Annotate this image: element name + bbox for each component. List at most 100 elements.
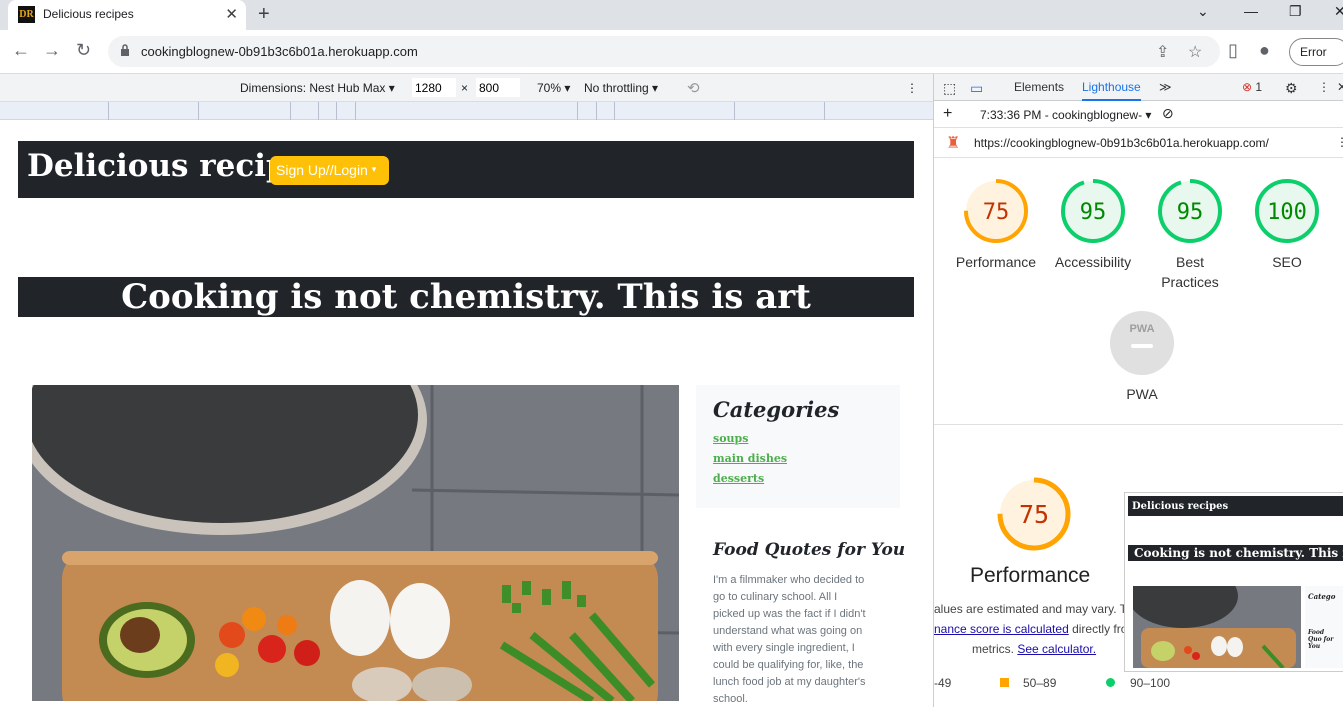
see-calculator-link[interactable]: See calculator.: [1017, 642, 1096, 656]
note-line: alues are estimated and may vary. Th: [934, 602, 1134, 616]
best-practices-gauge-icon: 95: [1158, 179, 1222, 243]
legend-average-square-icon: [1000, 678, 1009, 687]
svg-text:75: 75: [983, 200, 1010, 225]
emulated-viewport: Delicious recipes Sign Up//Login ▾ Cooki…: [0, 120, 933, 707]
devtools-menu-icon[interactable]: ⋮: [1318, 80, 1330, 94]
pwa-badge-icon: PWA: [1110, 311, 1174, 375]
media-query-ruler[interactable]: [0, 102, 933, 120]
thumb-food-quotes: Food Quo for You: [1308, 629, 1334, 650]
category-link-main-dishes[interactable]: main dishes: [713, 452, 787, 465]
tab-strip: DR Delicious recipes ✕ + ⌄ — ❐ ✕: [0, 0, 1343, 30]
side-panel-icon[interactable]: ▯: [1228, 40, 1238, 61]
quote-line: understand what was going on: [713, 625, 863, 637]
close-devtools-icon[interactable]: ✕: [1337, 80, 1343, 94]
gauge-best-practices[interactable]: 95 Best Practices: [1145, 178, 1235, 292]
new-report-icon[interactable]: +: [943, 105, 952, 123]
food-quotes-title: Food Quotes for You: [713, 540, 906, 560]
dimension-times: ×: [461, 81, 469, 95]
forward-icon[interactable]: →: [43, 40, 61, 61]
zoom-dropdown[interactable]: 70% ▾: [537, 81, 570, 95]
performance-note: alues are estimated and may vary. Th nan…: [934, 599, 1134, 659]
category-link-desserts[interactable]: desserts: [713, 472, 764, 485]
note-line: directly fro: [1068, 622, 1128, 636]
error-count: 1: [1255, 80, 1263, 94]
more-tabs-icon[interactable]: ≫: [1159, 80, 1172, 94]
restore-icon[interactable]: ❐: [1289, 3, 1302, 20]
performance-title: Performance: [970, 564, 1091, 587]
zoom-label: 70%: [537, 81, 562, 95]
height-input[interactable]: [476, 78, 520, 97]
tab-search-icon[interactable]: ⌄: [1197, 3, 1209, 20]
accessibility-gauge-icon: 95: [1061, 179, 1125, 243]
gauge-label: Performance: [955, 254, 1037, 270]
section-divider: [934, 424, 1343, 425]
gauge-accessibility[interactable]: 95 Accessibility: [1048, 178, 1138, 272]
lock-icon: [121, 44, 129, 56]
svg-text:PWA: PWA: [1129, 323, 1154, 335]
gauge-label: SEO: [1272, 254, 1302, 270]
legend-pass-circle-icon: [1106, 678, 1115, 687]
back-icon[interactable]: ←: [12, 40, 30, 61]
score-calc-link[interactable]: nance score is calculated: [934, 622, 1069, 636]
quote-line: lunch food job at my daughter's: [713, 676, 866, 688]
browser-toolbar: ← → ↻ cookingblognew-0b91b3c6b01a.heroku…: [0, 30, 1343, 74]
dimensions-dropdown[interactable]: Dimensions: Nest Hub Max ▾: [240, 81, 395, 95]
thumb-sidebar: Catego Food Quo for You: [1305, 586, 1343, 668]
legend-pass: 90–100: [1130, 676, 1171, 690]
minimize-icon[interactable]: —: [1244, 3, 1258, 19]
performance-detail-gauge: 75: [989, 476, 1079, 552]
error-button[interactable]: Error: [1289, 38, 1343, 66]
gauge-label: Accessibility: [1054, 254, 1132, 270]
dimensions-label: Dimensions: Nest Hub Max: [240, 81, 386, 95]
gauge-seo[interactable]: 100 SEO: [1242, 178, 1332, 272]
settings-gear-icon[interactable]: ⚙: [1285, 80, 1298, 97]
svg-text:95: 95: [1080, 200, 1107, 225]
error-count-icon[interactable]: ⊗ 1: [1242, 80, 1262, 94]
rotate-icon[interactable]: ⟲: [687, 79, 700, 97]
quote-line: picked up was the fact if I didn't: [713, 608, 866, 620]
gauge-pwa[interactable]: PWA PWA: [1097, 310, 1187, 404]
report-url: https://cookingblognew-0b91b3c6b01a.hero…: [974, 136, 1269, 150]
site-header: Delicious recipes Sign Up//Login ▾: [18, 141, 914, 198]
quote-line: go to culinary school. All I: [713, 591, 838, 603]
device-toggle-icon[interactable]: ▭: [970, 80, 983, 97]
width-input[interactable]: [412, 78, 456, 97]
report-url-bar: ♜ https://cookingblognew-0b91b3c6b01a.he…: [934, 128, 1343, 158]
svg-text:95: 95: [1177, 200, 1204, 225]
new-tab-icon[interactable]: +: [258, 3, 270, 26]
throttling-dropdown[interactable]: No throttling ▾: [584, 81, 658, 95]
page-screenshot-thumbnail[interactable]: Delicious recipes Cooking is not chemist…: [1124, 492, 1343, 672]
browser-tab[interactable]: DR Delicious recipes ✕: [8, 0, 246, 30]
bookmark-star-icon[interactable]: ☆: [1188, 42, 1202, 62]
thumb-hero-image: [1133, 586, 1301, 668]
category-link-soups[interactable]: soups: [713, 432, 748, 445]
food-quote-text: I'm a filmmaker who decided to go to cul…: [713, 572, 888, 707]
gauge-label: PWA: [1126, 386, 1158, 402]
inspect-element-icon[interactable]: ⬚: [943, 80, 956, 97]
report-menu-icon[interactable]: ⋮: [1336, 135, 1343, 149]
address-bar[interactable]: cookingblognew-0b91b3c6b01a.herokuapp.co…: [108, 36, 1220, 67]
throttling-label: No throttling: [584, 81, 649, 95]
close-tab-icon[interactable]: ✕: [225, 5, 238, 23]
gauge-performance[interactable]: 75 Performance: [951, 178, 1041, 272]
signup-label: Sign Up//Login: [276, 162, 368, 178]
clear-reports-icon[interactable]: ⊘: [1162, 105, 1174, 122]
svg-text:100: 100: [1267, 200, 1307, 225]
reload-icon[interactable]: ↻: [76, 40, 91, 61]
tab-elements[interactable]: Elements: [1014, 80, 1064, 94]
close-window-icon[interactable]: ✕: [1334, 3, 1343, 20]
performance-large-gauge-icon: 75: [997, 477, 1071, 551]
tab-lighthouse[interactable]: Lighthouse: [1082, 80, 1141, 101]
lighthouse-toolbar: + 7:33:36 PM - cookingblognew- ▾ ⊘: [934, 101, 1343, 128]
note-line: metrics.: [972, 642, 1018, 656]
profile-icon[interactable]: ●: [1259, 40, 1270, 61]
hero-banner: Cooking is not chemistry. This is art: [18, 277, 914, 317]
thumb-categories: Catego: [1308, 592, 1336, 601]
share-icon[interactable]: ⇪: [1156, 42, 1169, 62]
signup-login-button[interactable]: Sign Up//Login ▾: [270, 156, 389, 185]
tab-title: Delicious recipes: [43, 7, 134, 21]
performance-gauge-icon: 75: [964, 179, 1028, 243]
quote-line: with every single ingredient, I: [713, 642, 855, 654]
report-selector[interactable]: 7:33:36 PM - cookingblognew- ▾: [980, 108, 1151, 122]
more-options-icon[interactable]: ⋮: [906, 81, 918, 95]
